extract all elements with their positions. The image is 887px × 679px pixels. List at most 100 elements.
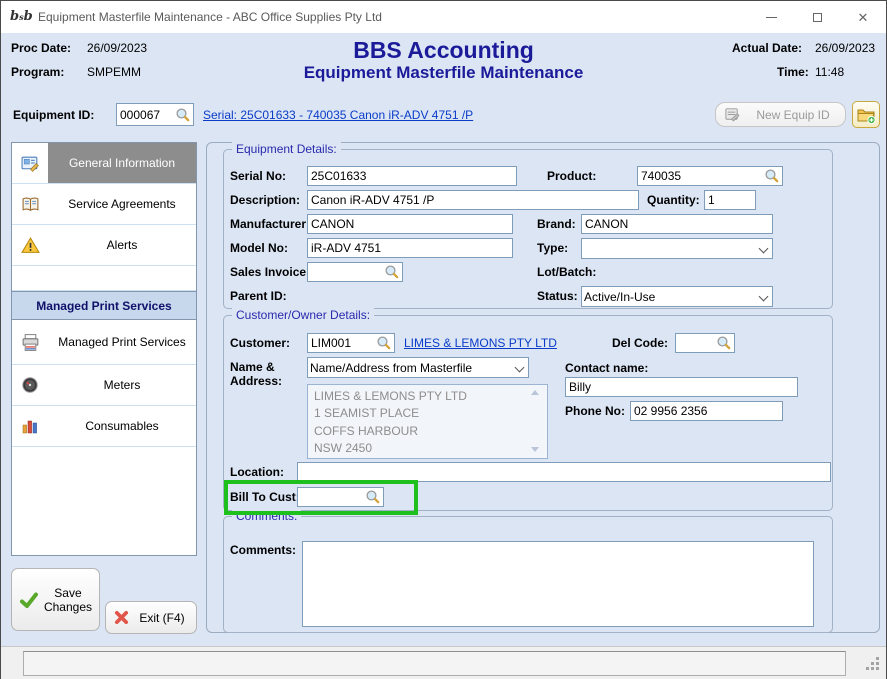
customer-name-link[interactable]: LIMES & LEMONS PTY LTD bbox=[404, 336, 557, 350]
location-input[interactable] bbox=[297, 462, 831, 482]
comments-legend: Comments: bbox=[232, 509, 301, 523]
comments-label: Comments: bbox=[230, 543, 296, 557]
status-bar bbox=[1, 646, 886, 679]
bill-to-cust-input[interactable] bbox=[298, 490, 365, 504]
bill-to-cust-label: Bill To Cust: bbox=[230, 490, 300, 504]
screen-title: Equipment Masterfile Maintenance bbox=[1, 63, 886, 83]
brand-input[interactable] bbox=[581, 214, 773, 234]
app-window: bsb Equipment Masterfile Maintenance - A… bbox=[0, 0, 887, 679]
phone-no-input[interactable] bbox=[630, 401, 783, 421]
contact-name-input[interactable] bbox=[565, 377, 798, 397]
minimize-icon bbox=[766, 17, 777, 18]
type-select[interactable] bbox=[581, 238, 773, 259]
address-source-select[interactable]: Name/Address from Masterfile bbox=[307, 357, 529, 378]
comments-textarea[interactable] bbox=[302, 541, 814, 627]
save-changes-label: Save Changes bbox=[44, 586, 92, 614]
printer-icon bbox=[21, 333, 40, 352]
sidebar: General Information Service Agreements A… bbox=[11, 142, 197, 556]
manufacturer-label: Manufacturer: bbox=[230, 217, 310, 231]
serial-no-label: Serial No: bbox=[230, 169, 286, 183]
contact-name-label: Contact name: bbox=[565, 361, 648, 375]
description-input[interactable] bbox=[307, 190, 639, 210]
sidebar-item-label: Consumables bbox=[48, 406, 196, 446]
time-label: Time: bbox=[777, 65, 809, 79]
window-title: Equipment Masterfile Maintenance - ABC O… bbox=[38, 10, 748, 24]
open-equipment-button[interactable] bbox=[852, 101, 880, 128]
scroll-down-icon[interactable] bbox=[531, 447, 539, 452]
sidebar-item-label: Service Agreements bbox=[48, 184, 196, 224]
title-bar[interactable]: bsb Equipment Masterfile Maintenance - A… bbox=[1, 1, 886, 33]
product-label: Product: bbox=[547, 169, 596, 183]
actual-date-label: Actual Date: bbox=[732, 41, 802, 55]
manufacturer-input[interactable] bbox=[307, 214, 513, 234]
bill-to-cust-field bbox=[297, 487, 384, 507]
quantity-input[interactable] bbox=[704, 190, 756, 210]
magnifier-icon[interactable] bbox=[365, 489, 381, 505]
magnifier-icon[interactable] bbox=[376, 335, 392, 351]
description-label: Description: bbox=[230, 193, 300, 207]
scroll-up-icon[interactable] bbox=[531, 390, 539, 395]
del-code-input[interactable] bbox=[676, 336, 716, 350]
exit-button[interactable]: Exit (F4) bbox=[105, 601, 197, 634]
model-no-input[interactable] bbox=[307, 238, 513, 258]
customer-field bbox=[307, 333, 395, 353]
location-label: Location: bbox=[230, 465, 284, 479]
sales-invoice-input[interactable] bbox=[308, 265, 384, 279]
time-value: 11:48 bbox=[815, 65, 844, 79]
magnifier-icon[interactable] bbox=[384, 264, 400, 280]
close-button[interactable]: ✕ bbox=[840, 1, 886, 33]
product-field bbox=[637, 166, 783, 186]
serial-no-input[interactable] bbox=[307, 166, 517, 186]
comments-group: Comments: Comments: bbox=[223, 516, 833, 633]
resize-grip[interactable] bbox=[876, 667, 879, 670]
status-select[interactable]: Active/In-Use bbox=[581, 286, 773, 307]
sidebar-item-alerts[interactable]: Alerts bbox=[12, 225, 196, 266]
address-display[interactable]: LIMES & LEMONS PTY LTD 1 SEAMIST PLACE C… bbox=[307, 384, 548, 459]
status-label: Status: bbox=[537, 289, 578, 303]
customer-details-group: Customer/Owner Details: Customer: LIMES … bbox=[223, 315, 833, 511]
product-input[interactable] bbox=[638, 169, 764, 183]
sidebar-section-header: Managed Print Services bbox=[12, 291, 196, 320]
sidebar-item-label: Managed Print Services bbox=[48, 320, 196, 364]
equipment-id-field bbox=[116, 103, 194, 126]
minimize-button[interactable] bbox=[748, 1, 794, 33]
alert-icon bbox=[21, 236, 40, 255]
customer-label: Customer: bbox=[230, 336, 290, 350]
model-no-label: Model No: bbox=[230, 241, 288, 255]
service-agreements-icon bbox=[21, 195, 40, 214]
del-code-field bbox=[675, 333, 735, 353]
serial-link[interactable]: Serial: 25C01633 - 740035 Canon iR-ADV 4… bbox=[203, 108, 473, 122]
magnifier-icon[interactable] bbox=[175, 107, 191, 123]
lot-batch-label: Lot/Batch: bbox=[537, 265, 596, 279]
type-label: Type: bbox=[537, 241, 568, 255]
general-information-icon bbox=[21, 154, 40, 173]
sidebar-item-consumables[interactable]: Consumables bbox=[12, 406, 196, 447]
maximize-icon bbox=[813, 13, 822, 22]
magnifier-icon[interactable] bbox=[764, 168, 780, 184]
exit-label: Exit (F4) bbox=[135, 611, 189, 625]
sales-invoice-label: Sales Invoice: bbox=[230, 265, 310, 279]
phone-no-label: Phone No: bbox=[565, 404, 625, 418]
sales-invoice-field bbox=[307, 262, 403, 282]
sidebar-spacer bbox=[12, 266, 196, 291]
new-equip-icon bbox=[724, 106, 741, 123]
customer-input[interactable] bbox=[308, 336, 376, 350]
equipment-id-label: Equipment ID: bbox=[13, 108, 94, 122]
save-changes-button[interactable]: Save Changes bbox=[11, 568, 100, 631]
exit-x-icon bbox=[113, 609, 130, 626]
del-code-label: Del Code: bbox=[612, 336, 668, 350]
sidebar-item-label: General Information bbox=[48, 143, 196, 183]
sidebar-item-general-information[interactable]: General Information bbox=[12, 143, 196, 184]
maximize-button[interactable] bbox=[794, 1, 840, 33]
new-equip-id-button[interactable]: New Equip ID bbox=[715, 102, 846, 127]
sidebar-item-meters[interactable]: Meters bbox=[12, 365, 196, 406]
brand-label: Brand: bbox=[537, 217, 576, 231]
close-icon: ✕ bbox=[858, 11, 869, 24]
magnifier-icon[interactable] bbox=[716, 335, 732, 351]
sidebar-item-service-agreements[interactable]: Service Agreements bbox=[12, 184, 196, 225]
equipment-id-input[interactable] bbox=[117, 108, 175, 122]
sidebar-item-managed-print-services[interactable]: Managed Print Services bbox=[12, 320, 196, 365]
save-check-icon bbox=[19, 588, 39, 612]
parent-id-label: Parent ID: bbox=[230, 289, 287, 303]
app-icon: bsb bbox=[10, 8, 30, 26]
